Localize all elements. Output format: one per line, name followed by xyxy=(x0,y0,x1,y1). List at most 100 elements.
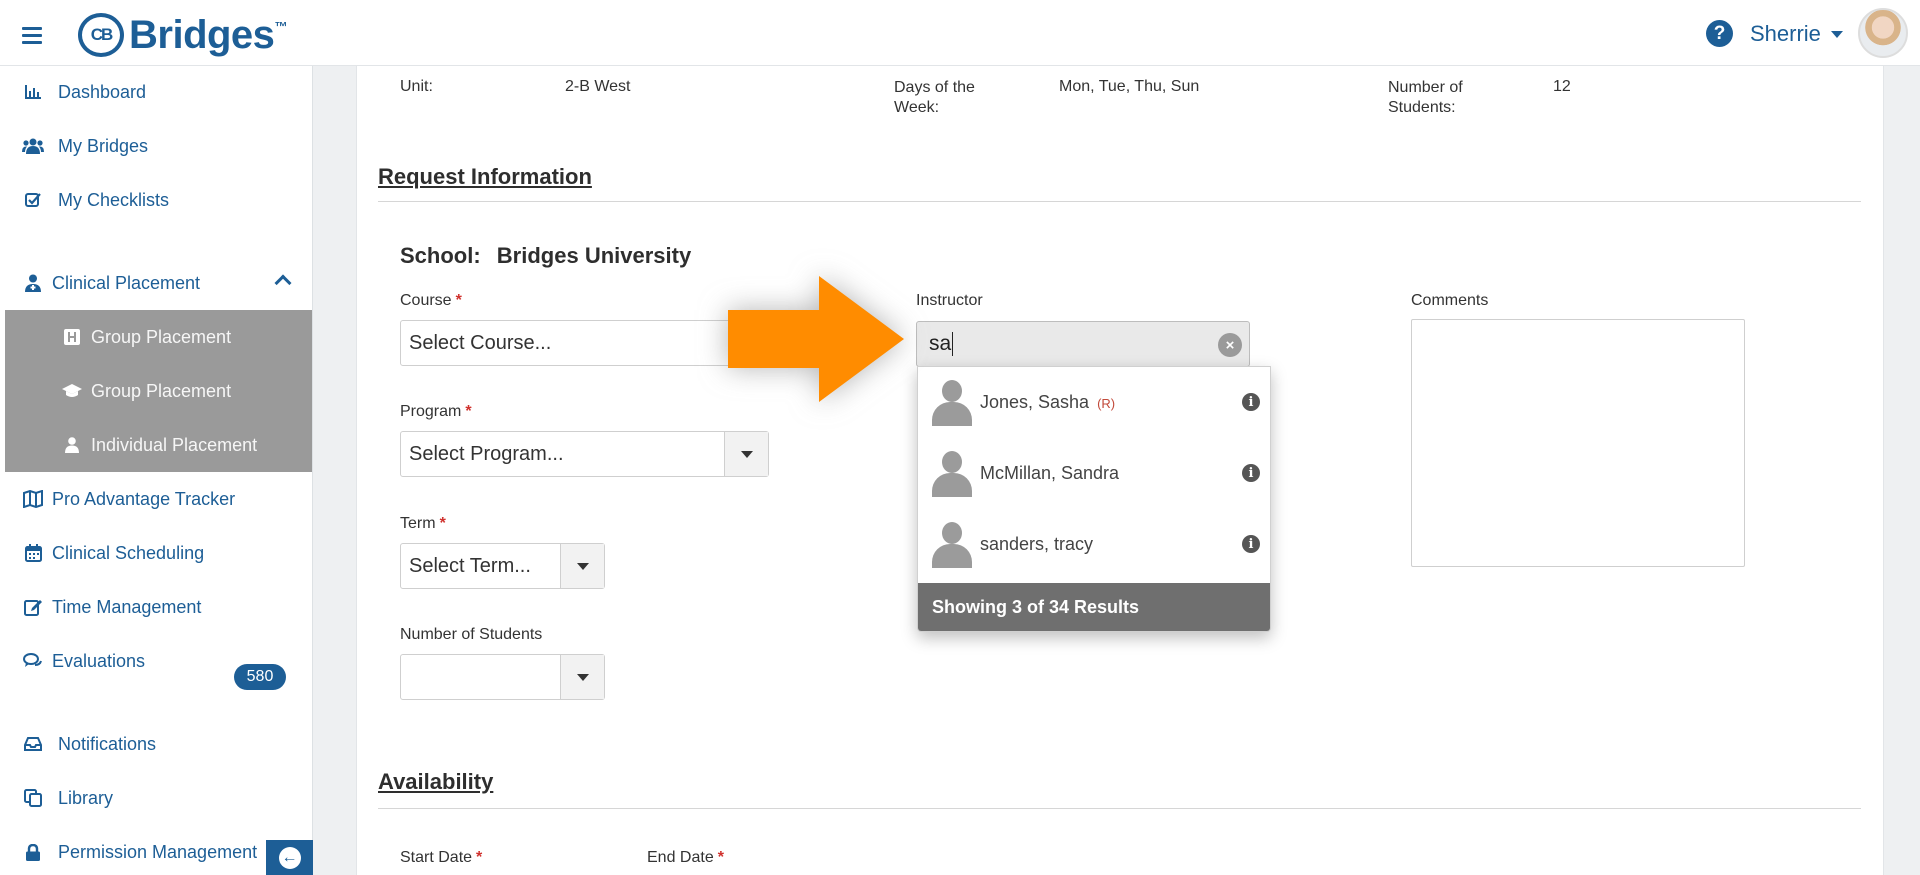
users-icon xyxy=(22,135,44,157)
collapse-sidebar-button[interactable]: ← xyxy=(266,840,313,875)
lock-icon xyxy=(22,841,44,863)
info-icon[interactable]: i xyxy=(1242,393,1260,411)
required-asterisk: * xyxy=(455,292,462,309)
required-asterisk: * xyxy=(465,403,472,420)
logo-badge: CB xyxy=(78,13,124,57)
instructor-result-item[interactable]: sanders, tracy i xyxy=(918,509,1270,580)
caret-down-icon xyxy=(576,562,589,570)
sidebar-item-pro-advantage-tracker[interactable]: Pro Advantage Tracker xyxy=(0,479,313,519)
sidebar-item-time-management[interactable]: Time Management xyxy=(0,587,313,627)
checkbox-icon xyxy=(22,189,44,211)
request-information-heading: Request Information xyxy=(378,164,592,189)
sidebar-item-clinical-placement[interactable]: Clinical Placement xyxy=(0,263,313,303)
comments-textarea[interactable] xyxy=(1411,319,1745,567)
submenu-item-group-placement-h[interactable]: Group Placement xyxy=(5,310,312,364)
required-asterisk: * xyxy=(439,515,446,532)
caret-down-icon xyxy=(740,450,753,458)
term-select[interactable]: Select Term... xyxy=(400,543,605,589)
number-of-students-dropdown-button[interactable] xyxy=(560,655,604,699)
sidebar-item-label: Clinical Placement xyxy=(52,272,201,293)
results-count-footer: Showing 3 of 34 Results xyxy=(918,583,1270,631)
highlight-arrow-icon xyxy=(728,276,904,402)
sidebar-item-dashboard[interactable]: Dashboard xyxy=(0,72,313,112)
sidebar-item-label: My Checklists xyxy=(58,189,170,210)
logo-trademark: ™ xyxy=(274,19,288,34)
person-placeholder-icon xyxy=(932,450,972,497)
students-value: 12 xyxy=(1553,78,1571,95)
submenu-item-group-placement-cap[interactable]: Group Placement xyxy=(5,364,312,418)
comments-icon xyxy=(22,650,44,672)
school-info: School: Bridges University xyxy=(400,243,691,269)
sidebar-item-my-checklists[interactable]: My Checklists xyxy=(0,180,313,220)
edit-icon xyxy=(22,596,44,618)
number-of-students-select[interactable] xyxy=(400,654,605,700)
logo-text: Bridges xyxy=(129,12,275,57)
clinical-placement-submenu: Group Placement Group Placement Individu… xyxy=(5,310,312,472)
sidebar-item-label: My Bridges xyxy=(58,135,149,156)
user-icon xyxy=(61,437,83,453)
info-icon[interactable]: i xyxy=(1242,535,1260,553)
program-label: Program * xyxy=(400,403,472,420)
instructor-input-value: sa xyxy=(929,332,952,355)
term-select-value: Select Term... xyxy=(409,554,531,577)
end-date-label: End Date * xyxy=(647,849,724,866)
result-name: Jones, Sasha xyxy=(980,392,1090,412)
course-select-value: Select Course... xyxy=(409,331,552,354)
program-dropdown-button[interactable] xyxy=(724,432,768,476)
result-name: sanders, tracy xyxy=(980,534,1094,554)
result-name: McMillan, Sandra xyxy=(980,463,1120,483)
instructor-results-dropdown: Jones, Sasha (R) i McMillan, Sandra i sa… xyxy=(917,366,1271,632)
sidebar-item-label: Permission Management xyxy=(58,841,258,862)
unit-value: 2-B West xyxy=(565,78,631,95)
info-icon[interactable]: i xyxy=(1242,464,1260,482)
submenu-item-individual-placement[interactable]: Individual Placement xyxy=(5,418,312,472)
days-value: Mon, Tue, Thu, Sun xyxy=(1059,78,1200,95)
chevron-up-icon[interactable] xyxy=(274,274,292,292)
submenu-item-label: Group Placement xyxy=(91,326,232,347)
user-name: Sherrie xyxy=(1750,21,1821,46)
graduation-cap-icon xyxy=(61,384,83,398)
inbox-icon xyxy=(22,733,44,755)
result-tag: (R) xyxy=(1097,396,1116,411)
arrow-left-icon: ← xyxy=(278,846,301,869)
school-label: School: xyxy=(400,243,481,268)
sidebar-item-label: Pro Advantage Tracker xyxy=(52,488,236,509)
user-menu[interactable]: Sherrie xyxy=(1750,18,1843,50)
instructor-label: Instructor xyxy=(916,292,983,309)
submenu-item-label: Individual Placement xyxy=(91,434,258,455)
course-label: Course * xyxy=(400,292,462,309)
term-dropdown-button[interactable] xyxy=(560,544,604,588)
number-of-students-label: Number of Students xyxy=(400,626,543,643)
person-placeholder-icon xyxy=(932,521,972,568)
sidebar-item-notifications[interactable]: Notifications xyxy=(0,724,313,764)
instructor-result-item[interactable]: McMillan, Sandra i xyxy=(918,438,1270,509)
clear-icon[interactable]: × xyxy=(1218,333,1242,357)
notifications-count-badge: 580 xyxy=(234,664,286,690)
main-panel: Unit: 2-B West Days of the Week: Mon, Tu… xyxy=(356,66,1884,875)
comments-label: Comments xyxy=(1411,292,1489,309)
required-asterisk: * xyxy=(476,849,483,866)
submenu-item-label: Group Placement xyxy=(91,380,232,401)
user-md-icon xyxy=(22,272,44,294)
sidebar: Dashboard My Bridges My Checklists Clini… xyxy=(0,66,313,875)
hamburger-menu-icon[interactable] xyxy=(22,27,42,44)
sidebar-item-clinical-scheduling[interactable]: Clinical Scheduling xyxy=(0,533,313,573)
course-select[interactable]: Select Course... xyxy=(400,320,760,366)
h-square-icon xyxy=(61,329,83,345)
sidebar-item-label: Notifications xyxy=(58,733,157,754)
start-date-label: Start Date * xyxy=(400,849,483,866)
instructor-result-item[interactable]: Jones, Sasha (R) i xyxy=(918,367,1270,438)
help-icon[interactable]: ? xyxy=(1706,20,1733,47)
user-avatar[interactable] xyxy=(1858,8,1908,58)
bridges-logo[interactable]: CB Bridges ™ xyxy=(78,13,287,57)
instructor-search-input[interactable]: sa × xyxy=(916,321,1250,367)
caret-down-icon xyxy=(576,673,589,681)
sidebar-item-label: Library xyxy=(58,787,114,808)
term-label: Term * xyxy=(400,515,446,532)
students-label: Number of Students: xyxy=(1388,79,1463,116)
text-cursor xyxy=(952,332,954,356)
program-select[interactable]: Select Program... xyxy=(400,431,769,477)
sidebar-item-label: Clinical Scheduling xyxy=(52,542,205,563)
sidebar-item-library[interactable]: Library xyxy=(0,778,313,818)
sidebar-item-my-bridges[interactable]: My Bridges xyxy=(0,126,313,166)
